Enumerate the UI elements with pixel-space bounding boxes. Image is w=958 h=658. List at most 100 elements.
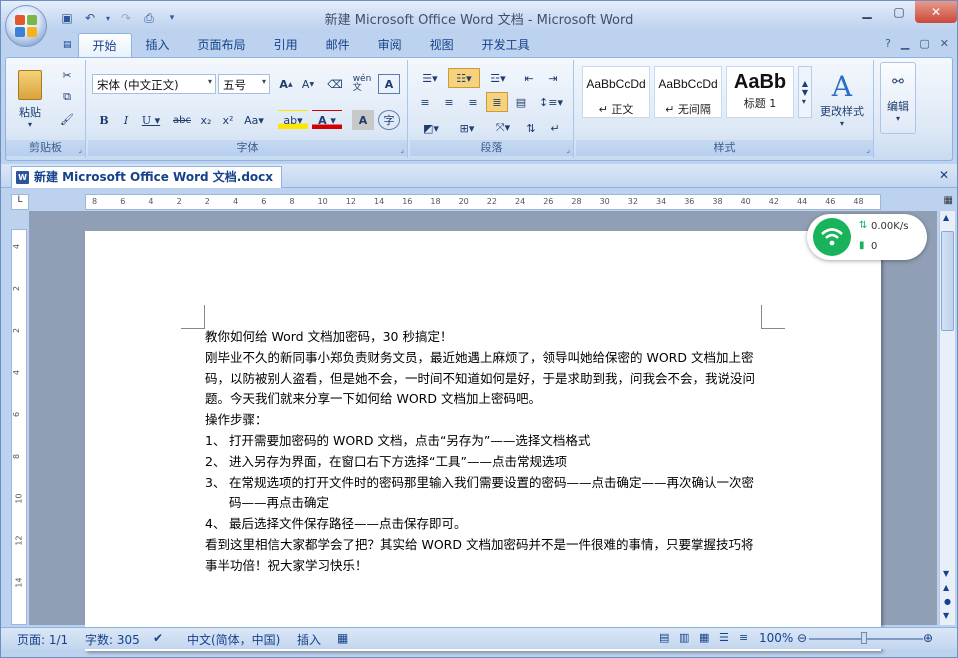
show-marks-icon[interactable]: ↵ — [544, 118, 566, 138]
justify-icon[interactable]: ≣ — [486, 92, 508, 112]
cut-icon[interactable]: ✂ — [56, 66, 78, 84]
tab-page-layout[interactable]: 页面布局 — [184, 33, 260, 57]
decrease-indent-icon[interactable]: ⇤ — [518, 68, 540, 88]
document-body[interactable]: 教你如何给 Word 文档加密码，30 秒搞定！ 刚毕业不久的新同事小郑负责财务… — [205, 327, 761, 577]
zoom-out-icon[interactable]: ⊖ — [797, 631, 807, 645]
maximize-button[interactable]: ▢ — [883, 1, 915, 23]
multilevel-list-icon[interactable]: ☲▾ — [482, 68, 514, 88]
close-button[interactable]: ✕ — [915, 1, 957, 23]
tab-home[interactable]: 开始 — [77, 33, 132, 57]
print-layout-icon[interactable]: ▤ — [659, 631, 669, 644]
style-no-spacing[interactable]: AaBbCcDd ↵ 无间隔 — [654, 66, 722, 118]
scroll-down-icon[interactable]: ▼ — [943, 569, 949, 578]
phonetic-guide-icon[interactable]: wén 文 — [350, 74, 374, 94]
numbering-icon[interactable]: ☷▾ — [448, 68, 480, 88]
style-normal[interactable]: AaBbCcDd ↵ 正文 — [582, 66, 650, 118]
tab-view[interactable]: 视图 — [416, 33, 468, 57]
status-language[interactable]: 中文(简体，中国) — [187, 631, 280, 648]
grow-font-icon[interactable]: A ▲ — [276, 74, 296, 94]
character-shading-icon[interactable]: A — [352, 110, 374, 130]
paragraph-launcher-icon[interactable]: ⌟ — [566, 145, 570, 154]
font-launcher-icon[interactable]: ⌟ — [400, 145, 404, 154]
scroll-up-icon[interactable]: ▲ — [943, 213, 949, 222]
status-insert-mode[interactable]: 插入 — [297, 631, 321, 648]
character-border-icon[interactable]: A — [378, 74, 400, 94]
horizontal-ruler[interactable]: 8 6 4 2 2 4 6 8 10 12 14 16 18 20 22 24 26 28 30 32 34 36 38 40… — [85, 194, 881, 210]
help-icon[interactable]: ? — [885, 37, 891, 50]
clipboard-launcher-icon[interactable]: ⌟ — [78, 145, 82, 154]
distributed-icon[interactable]: ▤ — [510, 92, 532, 112]
highlight-icon[interactable]: ab▾ — [278, 110, 308, 130]
borders-icon[interactable]: ⊞▾ — [450, 118, 484, 138]
line-spacing-icon[interactable]: ↕≡▾ — [536, 92, 566, 112]
superscript-icon[interactable]: x² — [218, 110, 238, 130]
next-page-icon[interactable]: ▼ — [943, 611, 949, 620]
prev-page-icon[interactable]: ▲ — [943, 583, 949, 592]
change-case-icon[interactable]: Aa▾ — [240, 110, 268, 130]
status-word-count[interactable]: 字数: 305 — [85, 631, 140, 648]
scrollbar-thumb[interactable] — [941, 231, 954, 331]
copy-icon[interactable]: ⧉ — [56, 88, 78, 106]
zoom-slider-thumb[interactable] — [861, 632, 867, 644]
increase-indent-icon[interactable]: ⇥ — [542, 68, 564, 88]
vertical-scrollbar[interactable]: ▲ ▼ ▲ ● ▼ — [939, 211, 955, 625]
styles-group-label: 样式 — [576, 140, 873, 156]
editing-button[interactable]: ⚯ 编辑 ▾ — [880, 62, 916, 134]
change-styles-dropdown-icon: ▾ — [839, 119, 844, 128]
style-heading-1[interactable]: AaBb 标题 1 — [726, 66, 794, 118]
vertical-ruler[interactable]: 4 2 2 4 6 8 10 12 14 — [11, 229, 27, 625]
status-zoom[interactable]: 100% — [759, 631, 793, 645]
italic-icon[interactable]: I — [116, 110, 136, 130]
doc-title-line: 教你如何给 Word 文档加密码，30 秒搞定！ — [205, 329, 453, 344]
strikethrough-icon[interactable]: abc — [170, 110, 194, 130]
outline-icon[interactable]: ☰ — [719, 631, 729, 644]
minimize-button[interactable]: ▁ — [851, 1, 883, 23]
tab-mailings[interactable]: 邮件 — [312, 33, 364, 57]
shading-icon[interactable]: ◩▾ — [414, 118, 448, 138]
document-tab-close-icon[interactable]: ✕ — [939, 168, 949, 182]
draft-icon[interactable]: ≡ — [739, 631, 748, 644]
status-page[interactable]: 页面: 1/1 — [17, 631, 68, 648]
sort-icon[interactable]: ⇅ — [520, 118, 542, 138]
font-color-icon[interactable]: A ▾ — [312, 110, 342, 130]
styles-scroll[interactable]: ▲ ▼ ▾ — [798, 66, 812, 118]
ribbon-minimize-icon[interactable]: ▁ — [901, 37, 909, 50]
document-tab[interactable]: W 新建 Microsoft Office Word 文档.docx — [11, 166, 283, 188]
format-painter-icon[interactable]: 🖌 — [56, 110, 78, 128]
editing-dropdown-icon: ▾ — [895, 113, 900, 123]
align-center-icon[interactable]: ≡ — [438, 92, 460, 112]
shrink-font-icon[interactable]: A ▼ — [298, 74, 318, 94]
clear-format-icon[interactable]: ⌫ — [324, 74, 346, 94]
full-screen-reading-icon[interactable]: ▥ — [679, 631, 689, 644]
office-button[interactable] — [5, 5, 47, 47]
document-page[interactable]: 教你如何给 Word 文档加密码，30 秒搞定！ 刚毕业不久的新同事小郑负责财务… — [85, 231, 881, 651]
enclose-characters-icon[interactable]: 字 — [378, 110, 400, 130]
proofing-icon[interactable]: ✔ — [153, 631, 163, 645]
tab-review[interactable]: 审阅 — [364, 33, 416, 57]
network-speed-widget[interactable]: ⇅ 0.00K/s ▮ 0 — [807, 214, 927, 260]
ruler-toggle-icon[interactable]: ▦ — [944, 195, 953, 206]
tab-developer[interactable]: 开发工具 — [468, 33, 544, 57]
bullets-icon[interactable]: ☰▾ — [414, 68, 446, 88]
chinese-layout-icon[interactable]: ⤧▾ — [488, 118, 518, 138]
web-layout-icon[interactable]: ▦ — [699, 631, 709, 644]
tab-insert[interactable]: 插入 — [132, 33, 184, 57]
align-right-icon[interactable]: ≡ — [462, 92, 484, 112]
tab-selector[interactable]: L — [11, 194, 29, 210]
macro-record-icon[interactable]: ▦ — [337, 631, 348, 645]
zoom-in-icon[interactable]: ⊕ — [923, 631, 933, 645]
ribbon-restore-icon[interactable]: ▢ — [919, 37, 929, 50]
tab-references[interactable]: 引用 — [260, 33, 312, 57]
underline-icon[interactable]: U ▾ — [138, 110, 164, 130]
change-styles-button[interactable]: A 更改样式 ▾ — [814, 64, 870, 134]
word-doc-icon[interactable]: ▤ — [57, 33, 78, 57]
bold-icon[interactable]: B — [94, 110, 114, 130]
styles-launcher-icon[interactable]: ⌟ — [866, 145, 870, 154]
subscript-icon[interactable]: x₂ — [196, 110, 216, 130]
align-left-icon[interactable]: ≡ — [414, 92, 436, 112]
font-size-select[interactable]: 五号 ▾ — [218, 74, 270, 94]
browse-object-icon[interactable]: ● — [944, 597, 951, 606]
ribbon-close-icon[interactable]: ✕ — [940, 37, 949, 50]
paste-button[interactable]: 粘贴 ▾ — [12, 64, 48, 134]
font-name-select[interactable]: 宋体 (中文正文) ▾ — [92, 74, 216, 94]
